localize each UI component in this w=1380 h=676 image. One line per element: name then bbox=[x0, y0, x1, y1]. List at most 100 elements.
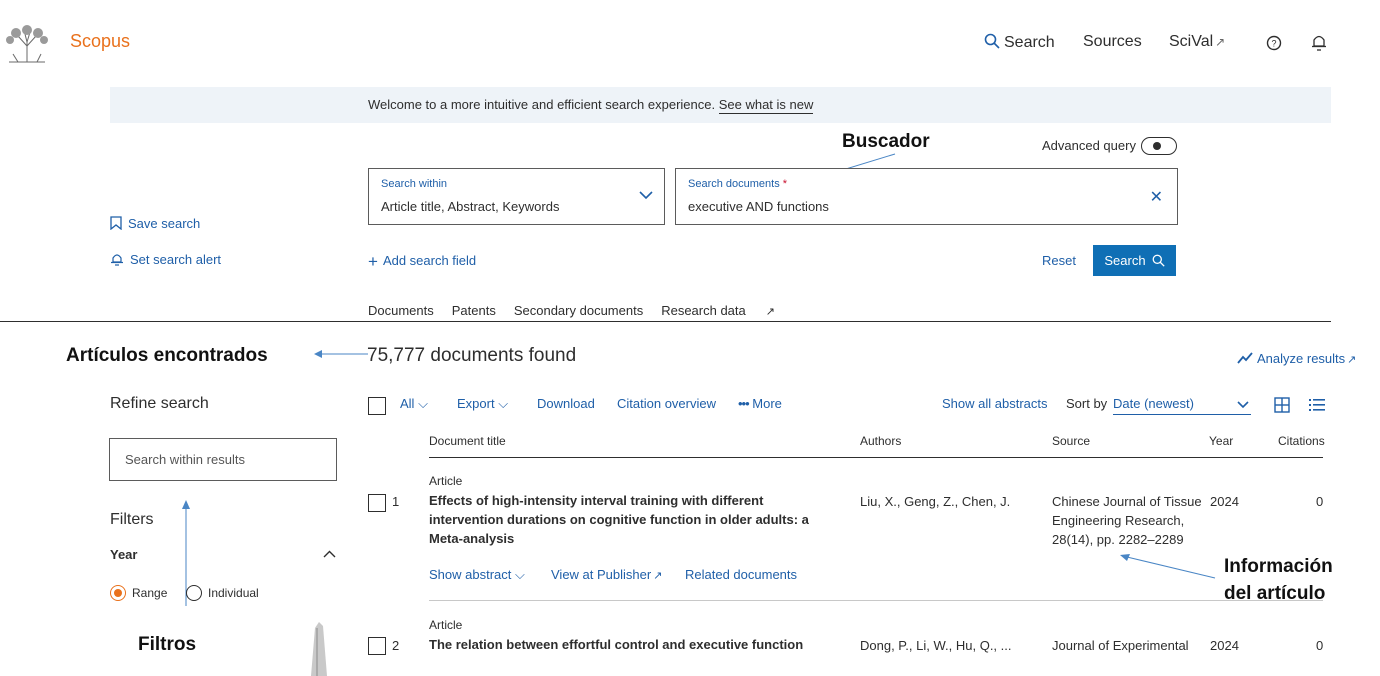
search-within-results-placeholder: Search within results bbox=[125, 452, 245, 467]
year-individual-radio[interactable]: Individual bbox=[186, 585, 259, 601]
all-dropdown[interactable]: All ⌵ bbox=[400, 396, 428, 412]
related-documents-link[interactable]: Related documents bbox=[685, 565, 797, 584]
results-count: 75,777 documents found bbox=[367, 345, 577, 366]
show-abstract-link[interactable]: Show abstract ⌵ bbox=[429, 565, 525, 584]
search-within-value: Article title, Abstract, Keywords bbox=[381, 199, 560, 214]
advanced-query-toggle[interactable] bbox=[1141, 137, 1177, 155]
bell-icon bbox=[111, 254, 123, 266]
select-all-checkbox[interactable] bbox=[368, 397, 386, 415]
citation-overview-link[interactable]: Citation overview bbox=[617, 396, 716, 411]
source-line: 28(14), pp. 2282–2289 bbox=[1052, 532, 1184, 547]
nav-search[interactable]: Search bbox=[984, 33, 1055, 52]
authors[interactable]: Liu, X., Geng, Z., Chen, J. bbox=[860, 492, 1010, 511]
refine-search-title: Refine search bbox=[110, 395, 209, 412]
external-link-icon: ↗ bbox=[653, 570, 663, 582]
sort-select[interactable]: Date (newest) bbox=[1113, 396, 1251, 415]
search-documents-label: Search documents * bbox=[688, 178, 787, 190]
nav-search-label: Search bbox=[1004, 34, 1055, 51]
export-dropdown[interactable]: Export ⌵ bbox=[457, 396, 508, 412]
document-title-link[interactable]: The relation between effortful control a… bbox=[429, 635, 849, 654]
clear-icon[interactable]: ✕ bbox=[1150, 187, 1163, 207]
source-line: Engineering Research, bbox=[1052, 513, 1185, 528]
table-view-icon[interactable] bbox=[1274, 397, 1290, 413]
view-at-publisher-link[interactable]: View at Publisher ↗ bbox=[551, 565, 662, 586]
reset-button[interactable]: Reset bbox=[1042, 253, 1076, 268]
document-type: Article bbox=[429, 474, 463, 488]
search-documents-field[interactable]: Search documents * executive AND functio… bbox=[675, 168, 1178, 225]
nav-sources[interactable]: Sources bbox=[1083, 33, 1142, 51]
search-button[interactable]: Search bbox=[1093, 245, 1176, 276]
save-search-label: Save search bbox=[128, 216, 201, 231]
add-search-field-label: Add search field bbox=[382, 253, 477, 268]
bell-icon[interactable] bbox=[1311, 33, 1327, 52]
tab-patents[interactable]: Patents bbox=[452, 303, 496, 318]
tab-secondary-documents[interactable]: Secondary documents bbox=[514, 303, 643, 318]
save-search-link[interactable]: Save search bbox=[110, 216, 200, 231]
show-all-abstracts-link[interactable]: Show all abstracts bbox=[942, 396, 1048, 411]
export-label: Export bbox=[457, 396, 495, 411]
nav-scival-label: SciVal bbox=[1169, 33, 1214, 50]
authors[interactable]: Dong, P., Li, W., Hu, Q., ... bbox=[860, 636, 1012, 655]
document-title-link[interactable]: Effects of high-intensity interval train… bbox=[429, 491, 849, 548]
row-checkbox[interactable] bbox=[368, 637, 386, 655]
chevron-down-icon: ⌵ bbox=[418, 396, 428, 411]
chevron-down-icon bbox=[639, 191, 653, 200]
citations[interactable]: 0 bbox=[1316, 636, 1323, 655]
col-authors[interactable]: Authors bbox=[860, 434, 901, 448]
see-whats-new-link[interactable]: See what is new bbox=[718, 97, 814, 114]
bookmark-icon bbox=[110, 216, 122, 231]
plus-icon: + bbox=[368, 252, 378, 271]
nav-scival[interactable]: SciVal ↗ bbox=[1169, 33, 1225, 51]
annotation-informacion: Información del artículo bbox=[1224, 553, 1333, 607]
title-line: intervention durations on cognitive func… bbox=[429, 512, 809, 527]
annotation-filtros: Filtros bbox=[138, 634, 197, 655]
title-line: Effects of high-intensity interval train… bbox=[429, 493, 764, 508]
chevron-up-icon[interactable] bbox=[323, 550, 336, 558]
year-individual-label: Individual bbox=[208, 586, 259, 600]
annotation-articulos-encontrados: Artículos encontrados bbox=[66, 345, 268, 366]
radio-unselected bbox=[186, 585, 202, 601]
sort-by-label: Sort by bbox=[1066, 396, 1108, 411]
more-menu[interactable]: ••• More bbox=[738, 396, 782, 411]
tab-research-data[interactable]: Research data ↗ bbox=[661, 303, 793, 318]
list-view-icon[interactable] bbox=[1309, 398, 1325, 412]
search-within-select[interactable]: Search within Article title, Abstract, K… bbox=[368, 168, 665, 225]
row-number: 2 bbox=[392, 638, 400, 653]
source: Journal of Experimental bbox=[1052, 638, 1189, 653]
help-icon[interactable]: ? bbox=[1266, 35, 1282, 51]
row-checkbox[interactable] bbox=[368, 494, 386, 512]
row-divider bbox=[429, 600, 1323, 601]
table-header-divider bbox=[429, 457, 1323, 458]
analyze-results-label: Analyze results bbox=[1257, 351, 1346, 366]
external-link-icon: ↗ bbox=[765, 306, 775, 318]
col-year[interactable]: Year bbox=[1209, 434, 1233, 448]
search-icon bbox=[1152, 254, 1165, 267]
add-search-field-link[interactable]: + Add search field bbox=[368, 252, 476, 272]
citations[interactable]: 0 bbox=[1316, 492, 1323, 511]
search-within-label: Search within bbox=[381, 178, 448, 190]
download-link[interactable]: Download bbox=[537, 396, 595, 411]
title-line: Meta-analysis bbox=[429, 531, 515, 546]
set-search-alert-link[interactable]: Set search alert bbox=[110, 252, 221, 267]
title-line: The relation between effortful control a… bbox=[429, 637, 804, 652]
required-marker: * bbox=[782, 178, 788, 190]
col-document-title[interactable]: Document title bbox=[429, 434, 506, 448]
col-citations[interactable]: Citations bbox=[1278, 434, 1325, 448]
search-within-results-input[interactable]: Search within results bbox=[109, 438, 337, 481]
sort-value: Date (newest) bbox=[1113, 396, 1194, 411]
scopus-logo[interactable]: Scopus bbox=[70, 31, 130, 52]
banner-message: Welcome to a more intuitive and efficien… bbox=[368, 97, 814, 114]
more-dots-icon: ••• bbox=[738, 396, 750, 411]
year: 2024 bbox=[1210, 494, 1239, 509]
search-documents-value[interactable]: executive AND functions bbox=[688, 199, 829, 214]
set-search-alert-label: Set search alert bbox=[130, 252, 222, 267]
analyze-results-link[interactable]: Analyze results ↗ bbox=[1237, 351, 1356, 366]
search-documents-label-text: Search documents bbox=[688, 178, 780, 190]
col-source[interactable]: Source bbox=[1052, 434, 1090, 448]
chevron-down-icon: ⌵ bbox=[515, 567, 525, 582]
annotation-informacion-line1: Información bbox=[1224, 556, 1333, 577]
year-filter-title: Year bbox=[110, 547, 138, 562]
year-range-radio[interactable]: Range bbox=[110, 585, 167, 601]
annotation-arrow-articulos bbox=[314, 350, 368, 358]
tab-documents[interactable]: Documents bbox=[368, 303, 434, 318]
